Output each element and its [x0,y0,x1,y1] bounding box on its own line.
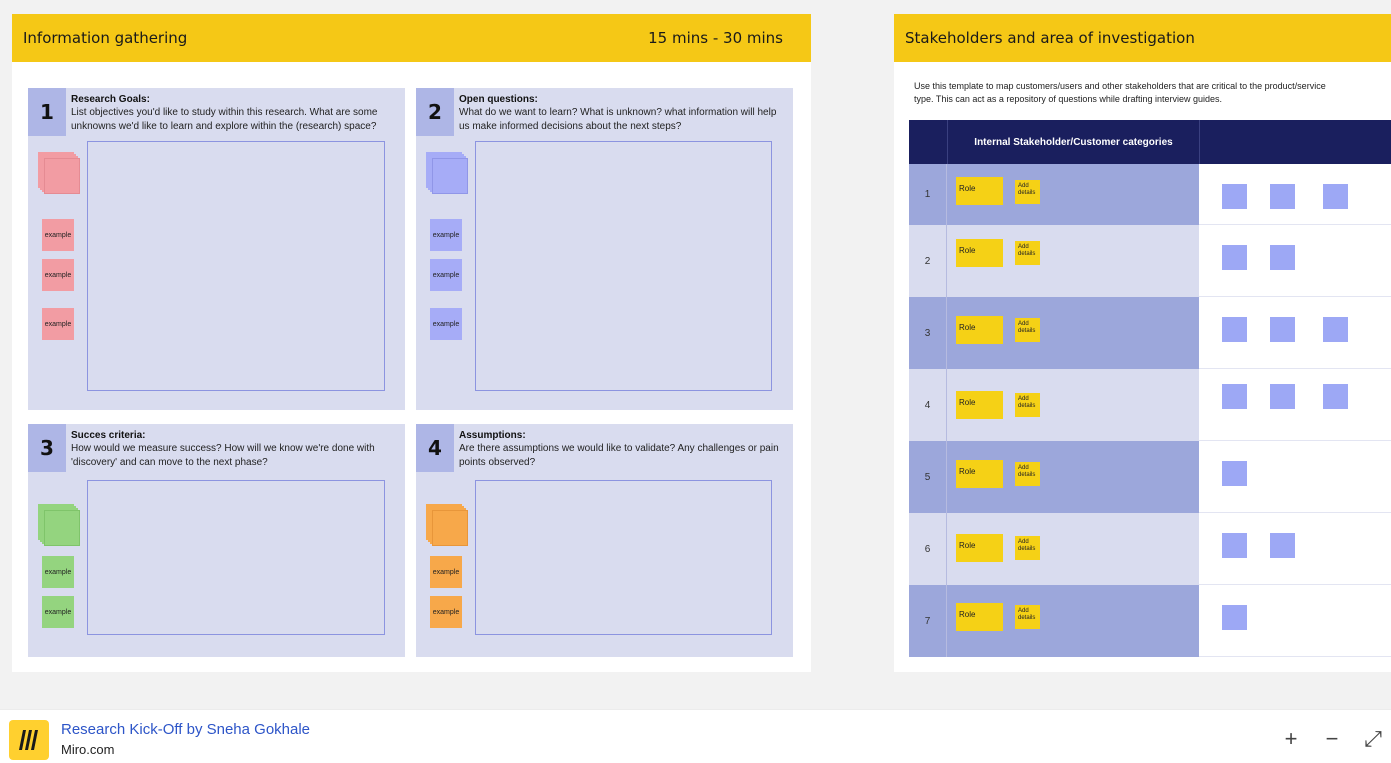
panel-title: Research Goals: [71,94,150,105]
sticky-stack[interactable] [38,152,80,194]
panel-description: What do we want to learn? What is unknow… [459,107,777,132]
sticky-note[interactable]: example [430,259,462,291]
add-details-sticky[interactable]: Add details [1015,318,1040,342]
table-row: 5 Role Add details [909,441,1391,513]
panel-title: Assumptions: [459,430,526,441]
table-row: 2 Role Add details [909,225,1391,297]
bottom-bar: Research Kick-Off by Sneha Gokhale Miro.… [0,709,1391,763]
sticky-stack[interactable] [426,152,468,194]
blue-sticky[interactable] [1323,317,1348,342]
site-name: Miro.com [61,742,115,757]
sticky-note[interactable]: example [430,556,462,588]
panel-title: Open questions: [459,94,538,105]
blue-sticky[interactable] [1222,605,1247,630]
panel-number: 3 [28,424,66,472]
role-sticky[interactable]: Role [956,177,1003,205]
row-number: 3 [909,297,947,369]
panel-number: 2 [416,88,454,136]
row-number: 5 [909,441,947,513]
blue-sticky[interactable] [1270,245,1295,270]
board-name-link[interactable]: Research Kick-Off by Sneha Gokhale [61,721,310,738]
role-sticky[interactable]: Role [956,391,1003,419]
panel-number: 1 [28,88,66,136]
miro-logo-icon[interactable] [9,720,49,760]
role-sticky[interactable]: Role [956,534,1003,562]
frame-header: Information gathering 15 mins - 30 mins [12,14,811,62]
blue-sticky[interactable] [1222,245,1247,270]
sticky-note[interactable]: example [42,308,74,340]
blue-sticky[interactable] [1270,317,1295,342]
drop-area[interactable] [475,480,772,635]
information-gathering-frame: Information gathering 15 mins - 30 mins … [12,14,811,672]
sticky-stack[interactable] [426,504,468,546]
table-header: Internal Stakeholder/Customer categories [909,120,1391,164]
open-questions-panel[interactable]: 2 Open questions: What do we want to lea… [416,88,793,410]
role-sticky[interactable]: Role [956,603,1003,631]
add-details-sticky[interactable]: Add details [1015,462,1040,486]
row-number: 4 [909,369,947,441]
add-details-sticky[interactable]: Add details [1015,241,1040,265]
row-number: 2 [909,225,947,297]
row-number: 1 [909,164,947,225]
blue-sticky[interactable] [1270,384,1295,409]
panel-description: How would we measure success? How will w… [71,443,375,468]
add-details-sticky[interactable]: Add details [1015,393,1040,417]
zoom-in-button[interactable]: + [1278,726,1304,752]
table-row: 3 Role Add details [909,297,1391,369]
intro-line: Use this template to map customers/users… [914,81,1326,91]
sticky-note[interactable]: example [430,219,462,251]
blue-sticky[interactable] [1222,533,1247,558]
sticky-note[interactable]: example [42,219,74,251]
panel-title: Succes criteria: [71,430,146,441]
panel-description: Are there assumptions we would like to v… [459,443,779,468]
table-row: 4 Role Add details [909,369,1391,441]
add-details-sticky[interactable]: Add details [1015,180,1040,204]
success-criteria-panel[interactable]: 3 Succes criteria: How would we measure … [28,424,405,657]
sticky-note[interactable]: example [430,596,462,628]
stakeholders-frame: Stakeholders and area of investigation U… [894,14,1391,672]
panel-number: 4 [416,424,454,472]
sticky-note[interactable]: example [42,259,74,291]
sticky-note[interactable]: example [430,308,462,340]
table-row: 1 Role Add details [909,164,1391,225]
blue-sticky[interactable] [1270,184,1295,209]
row-number: 6 [909,513,947,585]
panel-description: List objectives you'd like to study with… [71,107,378,132]
frame-title: Stakeholders and area of investigation [905,29,1195,47]
add-details-sticky[interactable]: Add details [1015,536,1040,560]
frame-time: 15 mins - 30 mins [648,29,783,47]
blue-sticky[interactable] [1222,317,1247,342]
sticky-stack[interactable] [38,504,80,546]
fullscreen-button[interactable]: ⤢ [1360,726,1386,752]
role-sticky[interactable]: Role [956,460,1003,488]
intro-line: type. This can act as a repository of qu… [914,93,1222,104]
row-number: 7 [909,585,947,657]
table-row: 6 Role Add details [909,513,1391,585]
blue-sticky[interactable] [1222,384,1247,409]
sticky-note[interactable]: example [42,556,74,588]
zoom-out-button[interactable]: − [1319,726,1345,752]
blue-sticky[interactable] [1222,184,1247,209]
blue-sticky[interactable] [1323,384,1348,409]
drop-area[interactable] [87,480,385,635]
blue-sticky[interactable] [1323,184,1348,209]
blue-sticky[interactable] [1270,533,1295,558]
add-details-sticky[interactable]: Add details [1015,605,1040,629]
frame-header: Stakeholders and area of investigation [894,14,1391,62]
drop-area[interactable] [87,141,385,391]
drop-area[interactable] [475,141,772,391]
assumptions-panel[interactable]: 4 Assumptions: Are there assumptions we … [416,424,793,657]
blue-sticky[interactable] [1222,461,1247,486]
intro-text: Use this template to map customers/users… [914,80,1391,105]
column-header: Internal Stakeholder/Customer categories [947,120,1199,164]
role-sticky[interactable]: Role [956,316,1003,344]
research-goals-panel[interactable]: 1 Research Goals: List objectives you'd … [28,88,405,410]
sticky-note[interactable]: example [42,596,74,628]
frame-title: Information gathering [23,29,188,47]
role-sticky[interactable]: Role [956,239,1003,267]
table-row: 7 Role Add details [909,585,1391,657]
